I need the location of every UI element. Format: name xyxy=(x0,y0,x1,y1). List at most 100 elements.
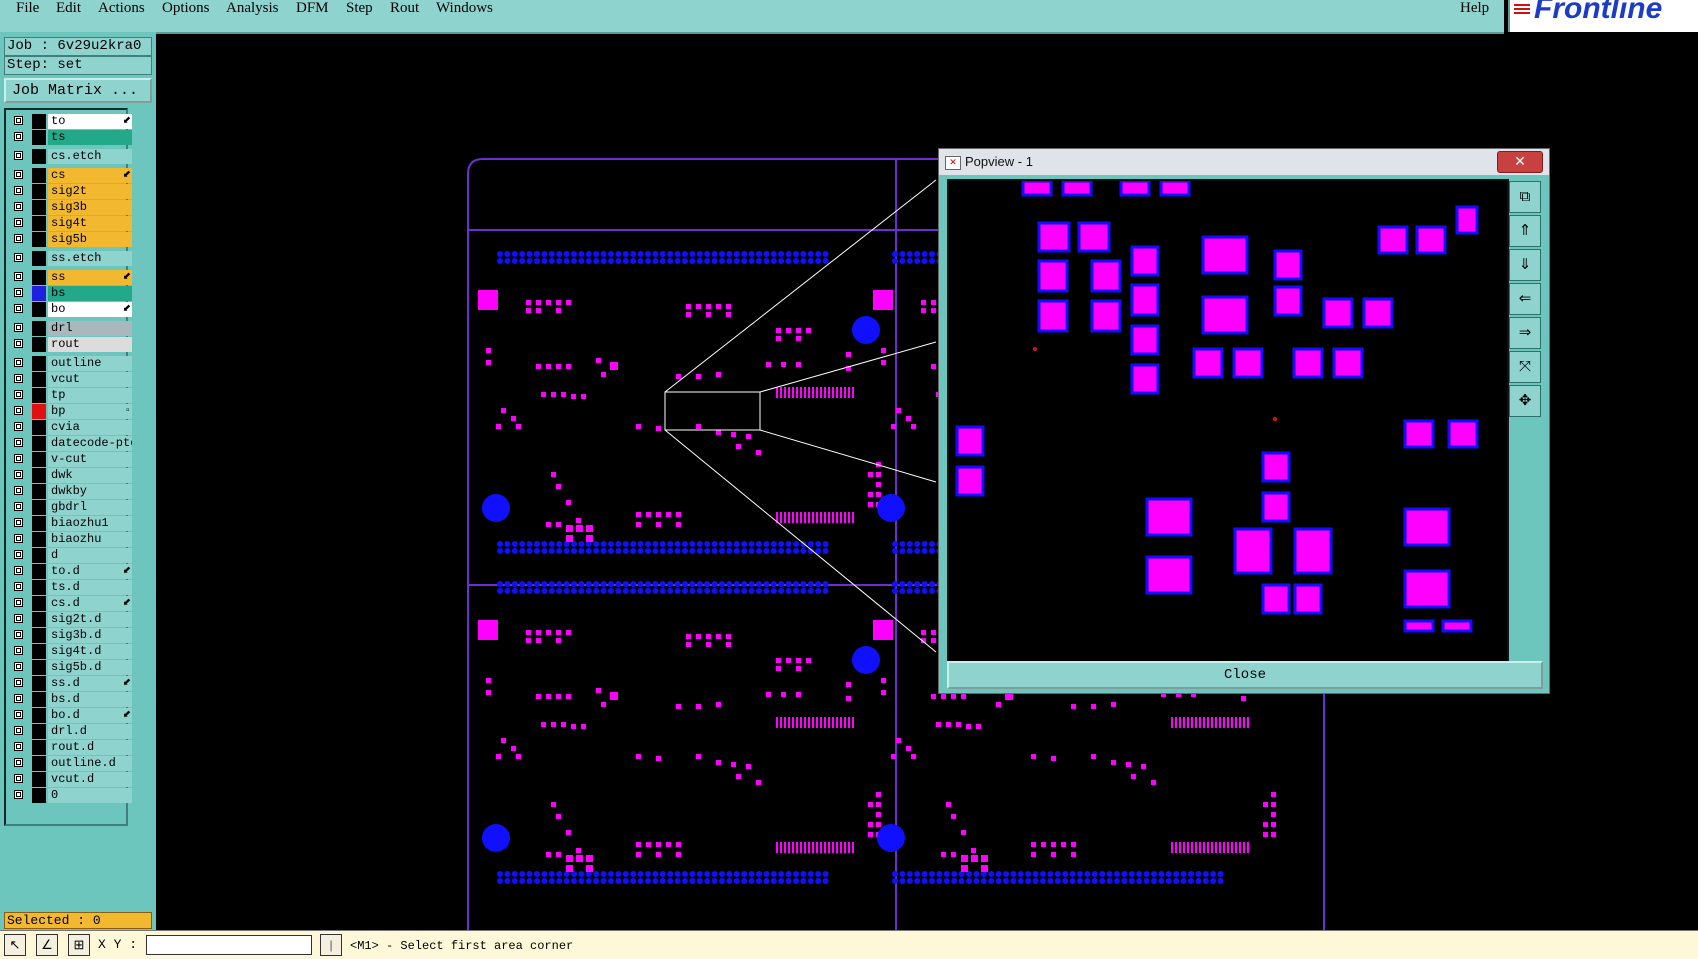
layer-name[interactable]: bo ⬋ xyxy=(48,302,132,317)
layer-row-ts[interactable]: ts xyxy=(10,130,132,145)
layer-color-swatch[interactable] xyxy=(32,772,46,787)
zoom-fit-icon[interactable]: ⧉ xyxy=(1509,181,1541,213)
layer-name[interactable]: sig5b xyxy=(48,232,132,247)
layer-checkbox[interactable] xyxy=(14,694,23,703)
layer-color-swatch[interactable] xyxy=(32,200,46,215)
layer-name[interactable]: outline.d xyxy=(48,756,132,771)
zoom-out-icon[interactable]: ✥ xyxy=(1509,385,1541,417)
layer-name[interactable]: outline xyxy=(48,356,132,371)
layer-checkbox[interactable] xyxy=(14,518,23,527)
layer-color-swatch[interactable] xyxy=(32,404,46,419)
layer-name[interactable]: drl xyxy=(48,321,132,336)
layer-color-swatch[interactable] xyxy=(32,468,46,483)
layer-color-swatch[interactable] xyxy=(32,516,46,531)
layer-checkbox[interactable] xyxy=(14,234,23,243)
layer-name[interactable]: bs xyxy=(48,286,132,301)
layer-color-swatch[interactable] xyxy=(32,337,46,352)
layer-checkbox[interactable] xyxy=(14,116,23,125)
layer-row-cvia[interactable]: cvia xyxy=(10,420,132,435)
layer-row-biaozhu1[interactable]: biaozhu1 xyxy=(10,516,132,531)
layer-checkbox[interactable] xyxy=(14,339,23,348)
layer-row-outline.d[interactable]: outline.d xyxy=(10,756,132,771)
layer-row-to[interactable]: to ⬋ xyxy=(10,114,132,129)
menu-analysis[interactable]: Analysis xyxy=(226,0,279,17)
layer-color-swatch[interactable] xyxy=(32,372,46,387)
layer-row-sig5b[interactable]: sig5b xyxy=(10,232,132,247)
layer-checkbox[interactable] xyxy=(14,646,23,655)
menu-step[interactable]: Step xyxy=(346,0,373,17)
measure-tool-icon[interactable]: ∠ xyxy=(36,934,58,956)
layer-checkbox[interactable] xyxy=(14,358,23,367)
layer-name[interactable]: rout xyxy=(48,337,132,352)
layer-row-rout.d[interactable]: rout.d xyxy=(10,740,132,755)
layer-name[interactable]: bp ▫ xyxy=(48,404,132,419)
layer-name[interactable]: bo.d ⬋ xyxy=(48,708,132,723)
layer-color-swatch[interactable] xyxy=(32,596,46,611)
layer-color-swatch[interactable] xyxy=(32,740,46,755)
layer-color-swatch[interactable] xyxy=(32,130,46,145)
layer-checkbox[interactable] xyxy=(14,406,23,415)
layer-row-ts.d[interactable]: ts.d xyxy=(10,580,132,595)
layer-checkbox[interactable] xyxy=(14,534,23,543)
layer-name[interactable]: v-cut xyxy=(48,452,132,467)
pan-right-icon[interactable]: ⇒ xyxy=(1509,317,1541,349)
layer-row-gbdrl[interactable]: gbdrl xyxy=(10,500,132,515)
layer-name[interactable]: bs.d xyxy=(48,692,132,707)
layer-row-drl[interactable]: drl xyxy=(10,321,132,336)
layer-name[interactable]: to.d ⬋ xyxy=(48,564,132,579)
layer-color-swatch[interactable] xyxy=(32,564,46,579)
layer-row-cs[interactable]: cs ⬋ xyxy=(10,168,132,183)
layer-row-sig4t[interactable]: sig4t xyxy=(10,216,132,231)
layer-row-d[interactable]: d xyxy=(10,548,132,563)
info-icon[interactable]: | xyxy=(320,934,342,956)
layer-name[interactable]: ss.d ⬋ xyxy=(48,676,132,691)
layer-row-drl.d[interactable]: drl.d xyxy=(10,724,132,739)
layer-checkbox[interactable] xyxy=(14,710,23,719)
layer-color-swatch[interactable] xyxy=(32,548,46,563)
popview-canvas[interactable] xyxy=(947,179,1509,663)
layer-checkbox[interactable] xyxy=(14,486,23,495)
popview-titlebar[interactable]: ✕ Popview - 1 ✕ xyxy=(939,149,1549,176)
layer-name[interactable]: ss ⬋ xyxy=(48,270,132,285)
layer-checkbox[interactable] xyxy=(14,151,23,160)
menu-file[interactable]: File xyxy=(16,0,39,17)
layer-row-cs.d[interactable]: cs.d ⬋ xyxy=(10,596,132,611)
layer-checkbox[interactable] xyxy=(14,662,23,671)
layer-checkbox[interactable] xyxy=(14,790,23,799)
layer-row-vcut.d[interactable]: vcut.d xyxy=(10,772,132,787)
layer-name[interactable]: vcut xyxy=(48,372,132,387)
layer-color-swatch[interactable] xyxy=(32,580,46,595)
job-matrix-button[interactable]: Job Matrix ... xyxy=(4,78,152,103)
layer-row-sig2t.d[interactable]: sig2t.d xyxy=(10,612,132,627)
layer-checkbox[interactable] xyxy=(14,202,23,211)
layer-row-sig2t[interactable]: sig2t xyxy=(10,184,132,199)
layer-row-cs.etch[interactable]: cs.etch xyxy=(10,149,132,164)
menu-dfm[interactable]: DFM xyxy=(296,0,329,17)
layer-color-swatch[interactable] xyxy=(32,532,46,547)
layer-row-datecode-ptc[interactable]: datecode-ptc xyxy=(10,436,132,451)
layer-checkbox[interactable] xyxy=(14,678,23,687)
menu-rout[interactable]: Rout xyxy=(390,0,419,17)
layer-checkbox[interactable] xyxy=(14,550,23,559)
layer-checkbox[interactable] xyxy=(14,614,23,623)
layer-color-swatch[interactable] xyxy=(32,484,46,499)
layer-color-swatch[interactable] xyxy=(32,420,46,435)
menu-windows[interactable]: Windows xyxy=(436,0,493,17)
layer-row-sig3b[interactable]: sig3b xyxy=(10,200,132,215)
layer-name[interactable]: sig4t xyxy=(48,216,132,231)
xy-input[interactable] xyxy=(146,935,312,955)
menu-edit[interactable]: Edit xyxy=(56,0,81,17)
layer-name[interactable]: sig5b.d xyxy=(48,660,132,675)
layer-color-swatch[interactable] xyxy=(32,321,46,336)
layer-name[interactable]: cvia xyxy=(48,420,132,435)
layer-color-swatch[interactable] xyxy=(32,232,46,247)
layer-row-dwkby[interactable]: dwkby xyxy=(10,484,132,499)
layer-name[interactable]: datecode-ptc xyxy=(48,436,132,451)
layer-color-swatch[interactable] xyxy=(32,628,46,643)
layer-color-swatch[interactable] xyxy=(32,184,46,199)
layer-name[interactable]: rout.d xyxy=(48,740,132,755)
layer-row-bp[interactable]: bp ▫ xyxy=(10,404,132,419)
zoom-in-icon[interactable]: ⤧ xyxy=(1509,351,1541,383)
layer-name[interactable]: sig3b xyxy=(48,200,132,215)
layer-name[interactable]: d xyxy=(48,548,132,563)
